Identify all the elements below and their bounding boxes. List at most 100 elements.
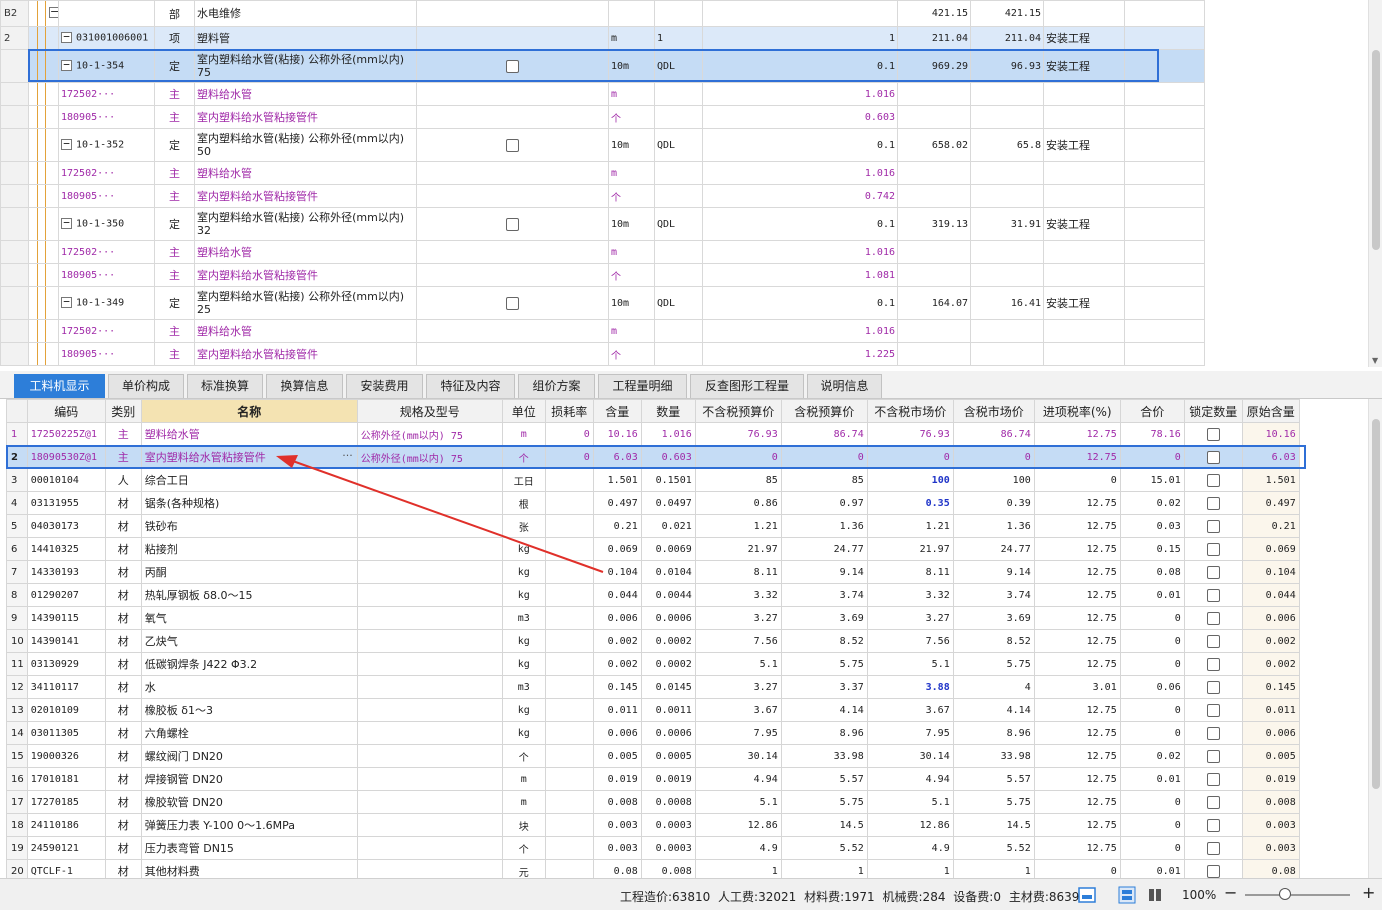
resource-name[interactable]: 其他材料费 bbox=[140, 859, 358, 878]
collapse-toggle-icon[interactable]: − bbox=[61, 59, 72, 72]
budget-price-incl-tax[interactable]: 0.97 bbox=[780, 491, 868, 515]
market-price-excl-tax[interactable]: 76.93 bbox=[866, 422, 954, 446]
resource-quantity[interactable]: 0.0003 bbox=[640, 813, 696, 837]
resource-row[interactable]: 13 02010109 材橡胶板 δ1～3 kg 0.011 0.0011 3.67 4.14… bbox=[6, 698, 1300, 722]
resource-code[interactable]: 17270185 bbox=[26, 790, 106, 814]
resource-row[interactable]: 3 00010104 人综合工日 工日 1.501 0.1501 85 85 100 100 0 15… bbox=[6, 468, 1300, 492]
lock-quantity-cell[interactable] bbox=[1183, 744, 1243, 768]
resource-spec[interactable] bbox=[356, 721, 503, 745]
budget-price-excl-tax[interactable]: 3.67 bbox=[694, 698, 782, 722]
budget-price-incl-tax[interactable]: 3.37 bbox=[780, 675, 868, 699]
lock-quantity-cell[interactable] bbox=[1183, 560, 1243, 584]
resource-quantity[interactable]: 0.603 bbox=[640, 445, 696, 469]
budget-price-incl-tax[interactable]: 9.14 bbox=[780, 560, 868, 584]
input-tax-rate[interactable]: 12.75 bbox=[1033, 721, 1121, 745]
input-tax-rate[interactable]: 12.75 bbox=[1033, 445, 1121, 469]
item-code-cell[interactable]: 180905··· bbox=[58, 263, 155, 287]
bill-row-main[interactable]: 172502··· 主塑料给水管 m 1.016 bbox=[0, 240, 1205, 264]
lock-quantity-cell[interactable] bbox=[1183, 675, 1243, 699]
market-price-excl-tax[interactable]: 0.35 bbox=[866, 491, 954, 515]
item-code-cell[interactable]: 172502··· bbox=[58, 319, 155, 343]
lock-quantity-cell[interactable] bbox=[1183, 422, 1243, 446]
item-name[interactable]: 室内塑料给水管粘接管件 bbox=[194, 105, 417, 129]
budget-price-incl-tax[interactable]: 0 bbox=[780, 445, 868, 469]
input-tax-rate[interactable]: 12.75 bbox=[1033, 813, 1121, 837]
input-tax-rate[interactable]: 12.75 bbox=[1033, 698, 1121, 722]
more-options-icon[interactable]: ··· bbox=[342, 449, 353, 462]
market-price-excl-tax[interactable]: 5.1 bbox=[866, 652, 954, 676]
input-tax-rate[interactable]: 12.75 bbox=[1033, 491, 1121, 515]
lock-quantity-checkbox[interactable] bbox=[1206, 726, 1220, 740]
market-price-incl-tax[interactable]: 86.74 bbox=[952, 422, 1035, 446]
market-price-incl-tax[interactable]: 5.75 bbox=[952, 652, 1035, 676]
bill-row-main[interactable]: 172502··· 主塑料给水管 m 1.016 bbox=[0, 82, 1205, 106]
budget-price-excl-tax[interactable]: 3.27 bbox=[694, 606, 782, 630]
item-quantity[interactable]: 1.016 bbox=[702, 240, 898, 264]
resource-name[interactable]: 橡胶板 δ1～3 bbox=[140, 698, 358, 722]
item-spec-cell[interactable] bbox=[416, 184, 609, 208]
lock-quantity-cell[interactable] bbox=[1183, 813, 1243, 837]
bill-row-ding[interactable]: −10-1-354 定室内塑料给水管(粘接) 公称外径(mm以内) 75 10m QD… bbox=[0, 49, 1205, 83]
resource-row[interactable]: 7 14330193 材丙酮 kg 0.104 0.0104 8.11 9.14 8.11 9.1… bbox=[6, 560, 1300, 584]
resource-row[interactable]: 10 14390141 材乙炔气 kg 0.002 0.0002 7.56 8.52 7.56 8… bbox=[6, 629, 1300, 653]
column-header[interactable]: 锁定数量 bbox=[1183, 399, 1243, 423]
item-code-cell[interactable]: −10-1-350 bbox=[58, 207, 155, 241]
input-tax-rate[interactable]: 12.75 bbox=[1033, 560, 1121, 584]
resource-name[interactable]: 水 bbox=[140, 675, 358, 699]
item-spec-cell[interactable] bbox=[416, 240, 609, 264]
resource-code[interactable]: 02010109 bbox=[26, 698, 106, 722]
budget-price-incl-tax[interactable]: 3.74 bbox=[780, 583, 868, 607]
layout-single-icon[interactable] bbox=[1078, 886, 1096, 904]
resource-row[interactable]: 18 24110186 材弹簧压力表 Y-100 0～1.6MPa 块 0.003 0.0… bbox=[6, 813, 1300, 837]
resource-name[interactable]: 橡胶软管 DN20 bbox=[140, 790, 358, 814]
market-price-incl-tax[interactable]: 4 bbox=[952, 675, 1035, 699]
budget-price-incl-tax[interactable]: 24.77 bbox=[780, 537, 868, 561]
item-code-cell[interactable]: 172502··· bbox=[58, 82, 155, 106]
column-header[interactable]: 单位 bbox=[501, 399, 546, 423]
input-tax-rate[interactable]: 0 bbox=[1033, 468, 1121, 492]
budget-price-incl-tax[interactable]: 33.98 bbox=[780, 744, 868, 768]
item-name[interactable]: 室内塑料给水管粘接管件 bbox=[194, 342, 417, 366]
resource-spec[interactable] bbox=[356, 468, 503, 492]
resource-loss-rate[interactable]: 0 bbox=[544, 445, 594, 469]
item-name[interactable]: 室内塑料给水管(粘接) 公称外径(mm以内) 25 bbox=[194, 286, 417, 320]
item-name[interactable]: 塑料给水管 bbox=[194, 319, 417, 343]
item-spec-cell[interactable] bbox=[416, 26, 609, 50]
layout-columns-icon[interactable] bbox=[1146, 886, 1164, 904]
resource-name-editing[interactable]: 室内塑料给水管粘接管件 ··· bbox=[140, 445, 358, 469]
market-price-incl-tax[interactable]: 3.74 bbox=[952, 583, 1035, 607]
market-price-excl-tax[interactable]: 0 bbox=[866, 445, 954, 469]
input-tax-rate[interactable]: 3.01 bbox=[1033, 675, 1121, 699]
budget-price-excl-tax[interactable]: 4.9 bbox=[694, 836, 782, 860]
lock-quantity-checkbox[interactable] bbox=[1206, 496, 1220, 510]
lock-quantity-cell[interactable] bbox=[1183, 629, 1243, 653]
resource-code[interactable]: 03011305 bbox=[26, 721, 106, 745]
resource-quantity[interactable]: 0.0005 bbox=[640, 744, 696, 768]
market-price-excl-tax[interactable]: 3.27 bbox=[866, 606, 954, 630]
scroll-thumb[interactable] bbox=[1372, 419, 1380, 789]
item-quantity[interactable]: 0.742 bbox=[702, 184, 898, 208]
resource-spec[interactable] bbox=[356, 813, 503, 837]
market-price-excl-tax[interactable]: 8.11 bbox=[866, 560, 954, 584]
lock-quantity-checkbox[interactable] bbox=[1206, 611, 1220, 625]
budget-price-excl-tax[interactable]: 5.1 bbox=[694, 652, 782, 676]
resource-row[interactable]: 14 03011305 材六角螺栓 kg 0.006 0.0006 7.95 8.96 7.95… bbox=[6, 721, 1300, 745]
resource-spec[interactable] bbox=[356, 859, 503, 878]
lock-quantity-cell[interactable] bbox=[1183, 836, 1243, 860]
resource-content[interactable]: 0.002 bbox=[592, 629, 642, 653]
item-code-cell[interactable] bbox=[58, 0, 155, 27]
resource-code[interactable]: 14330193 bbox=[26, 560, 106, 584]
resource-name[interactable]: 焊接钢管 DN20 bbox=[140, 767, 358, 791]
market-price-excl-tax[interactable]: 12.86 bbox=[866, 813, 954, 837]
resource-loss-rate[interactable] bbox=[544, 606, 594, 630]
resource-row[interactable]: 4 03131955 材锯条(各种规格) 根 0.497 0.0497 0.86 0.97 0.… bbox=[6, 491, 1300, 515]
resource-content[interactable]: 0.145 bbox=[592, 675, 642, 699]
resource-content[interactable]: 0.003 bbox=[592, 813, 642, 837]
market-price-excl-tax[interactable]: 3.32 bbox=[866, 583, 954, 607]
item-quantity[interactable]: 1.016 bbox=[702, 319, 898, 343]
budget-price-excl-tax[interactable]: 3.27 bbox=[694, 675, 782, 699]
resource-quantity[interactable]: 0.008 bbox=[640, 859, 696, 878]
input-tax-rate[interactable]: 12.75 bbox=[1033, 422, 1121, 446]
resource-code[interactable]: 19000326 bbox=[26, 744, 106, 768]
row-checkbox[interactable] bbox=[506, 59, 519, 73]
